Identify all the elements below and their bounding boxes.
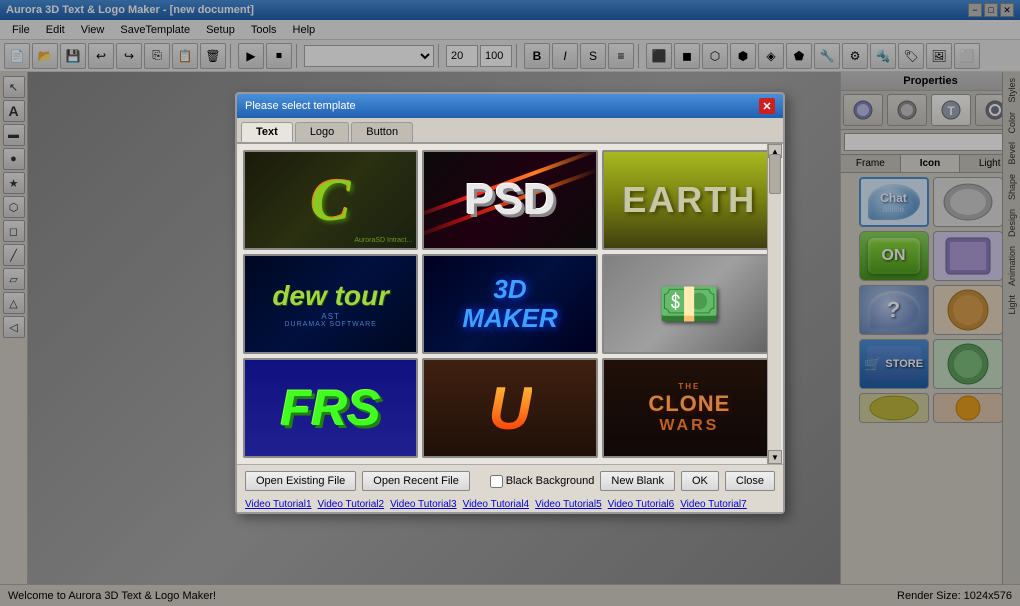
modal-tab-text[interactable]: Text xyxy=(241,122,293,142)
open-existing-button[interactable]: Open Existing File xyxy=(245,471,356,491)
black-bg-label: Black Background xyxy=(506,475,595,487)
modal-footer: Open Existing File Open Recent File Blac… xyxy=(237,464,783,497)
scroll-thumb[interactable] xyxy=(769,154,781,194)
template-earth[interactable]: EARTH xyxy=(602,150,777,250)
template-modal: Please select template ✕ Text Logo Butto… xyxy=(235,92,785,514)
template-dew[interactable]: dew tour AST DURAMAX SOFTWARE xyxy=(243,254,418,354)
modal-titlebar: Please select template ✕ xyxy=(237,94,783,118)
template-money[interactable]: 💵 xyxy=(602,254,777,354)
close-modal-button[interactable]: Close xyxy=(725,471,775,491)
template-fire[interactable]: U xyxy=(422,358,597,458)
tutorial-3-link[interactable]: Video Tutorial3 xyxy=(390,499,457,510)
modal-tab-logo[interactable]: Logo xyxy=(295,122,349,142)
template-c[interactable]: C AuroraSD Intract... xyxy=(243,150,418,250)
template-grid: C AuroraSD Intract... PSD EARTH dew tour… xyxy=(237,144,783,464)
modal-close-button[interactable]: ✕ xyxy=(759,98,775,114)
tutorial-links: Video Tutorial1 Video Tutorial2 Video Tu… xyxy=(237,497,783,512)
modal-title: Please select template xyxy=(245,100,356,112)
modal-overlay: Please select template ✕ Text Logo Butto… xyxy=(0,0,1020,606)
tutorial-6-link[interactable]: Video Tutorial6 xyxy=(608,499,675,510)
modal-scrollbar[interactable]: ▲ ▼ xyxy=(767,144,781,464)
template-clone[interactable]: THE CLONE WARS xyxy=(602,358,777,458)
open-recent-button[interactable]: Open Recent File xyxy=(362,471,470,491)
modal-tab-button[interactable]: Button xyxy=(351,122,413,142)
modal-tabs: Text Logo Button xyxy=(237,118,783,144)
tutorial-2-link[interactable]: Video Tutorial2 xyxy=(318,499,385,510)
tutorial-7-link[interactable]: Video Tutorial7 xyxy=(680,499,747,510)
black-bg-checkbox[interactable] xyxy=(490,475,503,488)
black-bg-option: Black Background xyxy=(490,475,595,488)
tutorial-4-link[interactable]: Video Tutorial4 xyxy=(463,499,530,510)
scroll-down-button[interactable]: ▼ xyxy=(768,450,782,464)
ok-button[interactable]: OK xyxy=(681,471,719,491)
tutorial-5-link[interactable]: Video Tutorial5 xyxy=(535,499,602,510)
template-frs[interactable]: FRS xyxy=(243,358,418,458)
new-blank-button[interactable]: New Blank xyxy=(600,471,675,491)
template-maker[interactable]: 3DMAKER xyxy=(422,254,597,354)
tutorial-1-link[interactable]: Video Tutorial1 xyxy=(245,499,312,510)
template-psd[interactable]: PSD xyxy=(422,150,597,250)
